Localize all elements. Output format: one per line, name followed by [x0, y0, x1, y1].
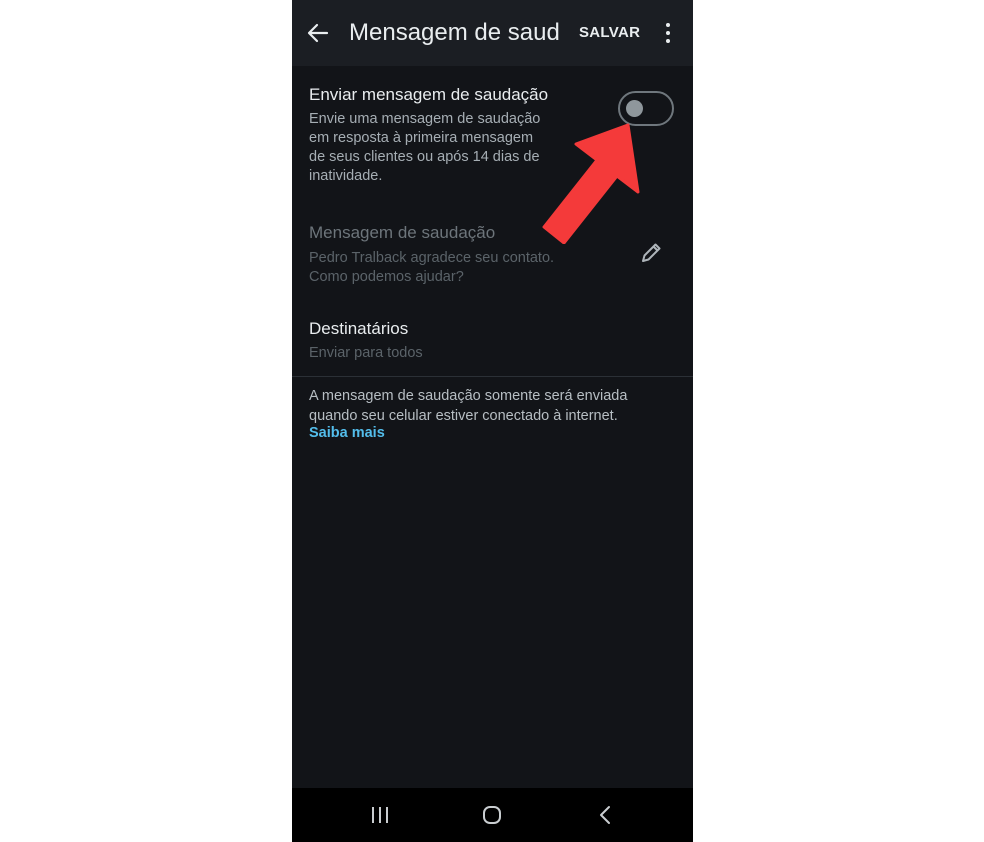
recipients-title[interactable]: Destinatários [309, 319, 408, 339]
recents-icon [372, 807, 388, 823]
greeting-toggle-description-line: inatividade. [309, 168, 383, 184]
save-button[interactable]: SALVAR [579, 24, 640, 41]
back-chevron-icon [600, 806, 610, 824]
info-note-line: A mensagem de saudação somente será envi… [309, 388, 628, 404]
system-back-button[interactable] [588, 798, 622, 832]
app-bar: Mensagem de sauda... SALVAR [292, 0, 693, 66]
home-button[interactable] [475, 798, 509, 832]
greeting-toggle-switch[interactable] [618, 91, 674, 126]
recents-button[interactable] [363, 798, 397, 832]
pencil-icon [642, 243, 661, 262]
arrow-left-icon [307, 23, 329, 43]
edit-greeting-button[interactable] [638, 240, 664, 266]
greeting-message-text-line: Como podemos ajudar? [309, 269, 464, 285]
greeting-toggle-description-line: Envie uma mensagem de saudação [309, 111, 541, 127]
system-nav-bar [292, 788, 693, 842]
recipients-value: Enviar para todos [309, 345, 423, 361]
learn-more-link[interactable]: Saiba mais [309, 425, 385, 441]
greeting-toggle-description-line: de seus clientes ou após 14 dias de [309, 149, 540, 165]
greeting-toggle-title: Enviar mensagem de saudação [309, 85, 549, 104]
greeting-message-text-line: Pedro Tralback agradece seu contato. [309, 250, 555, 266]
page-title: Mensagem de sauda... [349, 19, 559, 46]
greeting-toggle-description-line: em resposta à primeira mensagem [309, 130, 534, 146]
divider [292, 376, 693, 377]
greeting-message-title: Mensagem de saudação [309, 223, 496, 242]
more-vertical-icon [666, 23, 670, 27]
info-note: A mensagem de saudação somente será envi… [309, 387, 679, 426]
toggle-knob [626, 100, 643, 117]
info-note-line: quando seu celular estiver conectado à i… [309, 407, 618, 424]
back-button[interactable] [304, 19, 332, 47]
home-icon [483, 806, 501, 824]
more-options-button[interactable] [656, 20, 680, 46]
annotation-arrow-icon [542, 123, 640, 244]
